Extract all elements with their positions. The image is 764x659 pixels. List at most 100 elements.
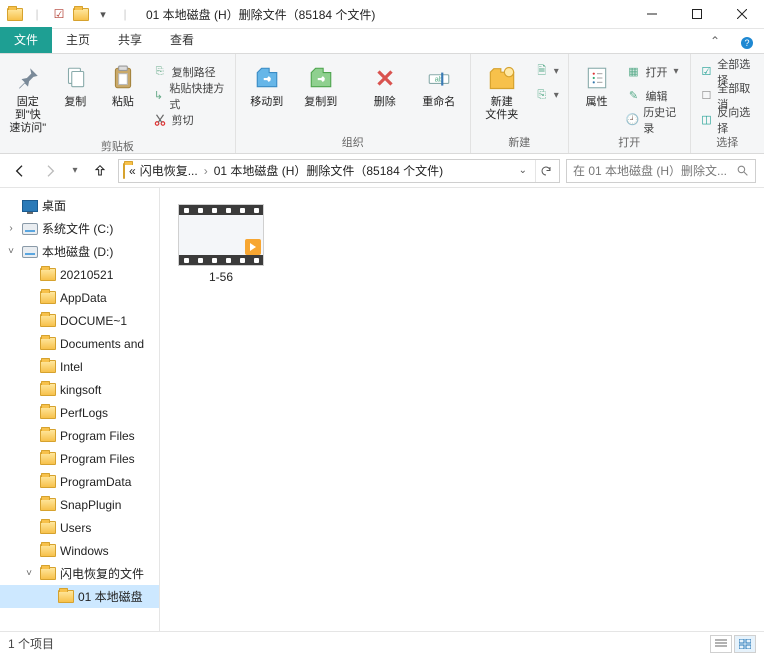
copy-to-button[interactable]: 复制到 [296,58,346,109]
recent-locations-button[interactable]: ▾ [68,159,82,183]
paste-shortcut-icon: ↳ [152,88,166,104]
rename-icon: ab [423,62,455,94]
copy-button[interactable]: 复制 [54,58,98,109]
address-dropdown-icon[interactable]: ⌄ [515,165,531,176]
open-icon: ▦ [625,64,641,80]
search-placeholder: 在 01 本地磁盘 (H）删除文... [573,162,727,179]
group-label-new: 新建 [477,132,562,153]
tree-item[interactable]: 01 本地磁盘 [0,585,159,608]
tree-item-label: Windows [60,544,109,558]
title-bar: | ☑ ▾ | 01 本地磁盘 (H）删除文件（85184 个文件) [0,0,764,29]
tree-item[interactable]: 桌面 [0,194,159,217]
up-button[interactable] [88,159,112,183]
tree-item[interactable]: › 系统文件 (C:) [0,217,159,240]
tree-item[interactable]: 20210521 [0,263,159,286]
tree-item[interactable]: ˅闪电恢复的文件 [0,562,159,585]
folder-icon [40,359,56,375]
tree-item[interactable]: Program Files [0,424,159,447]
open-button[interactable]: ▦打开▾ [622,61,683,82]
play-icon [245,239,261,255]
folder-icon [72,5,90,23]
ribbon-collapse-icon[interactable]: ⌃ [700,34,730,53]
navigation-bar: ▾ « 闪电恢复... › 01 本地磁盘 (H）删除文件（85184 个文件)… [0,154,764,188]
tree-twisty-icon[interactable]: ˅ [4,246,18,257]
tree-item[interactable]: PerfLogs [0,401,159,424]
tree-item-label: 20210521 [60,268,113,282]
cut-icon [152,112,168,128]
folder-icon [58,589,74,605]
pin-to-quick-access-button[interactable]: 固定到"快 速访问" [6,58,50,136]
tree-item-label: DOCUME~1 [60,314,127,328]
maximize-button[interactable] [674,0,719,29]
tab-home[interactable]: 主页 [52,27,104,53]
tree-item[interactable]: kingsoft [0,378,159,401]
documents-folder-icon [40,336,56,352]
folder-icon [40,543,56,559]
chevron-right-icon[interactable]: › [202,164,210,178]
details-view-button[interactable] [710,635,732,653]
cut-button[interactable]: 剪切 [149,109,229,130]
rename-button[interactable]: ab 重命名 [414,58,464,109]
folder-icon [40,382,56,398]
thumbnails-view-button[interactable] [734,635,756,653]
search-input[interactable]: 在 01 本地磁盘 (H）删除文... [566,159,756,183]
navigation-tree[interactable]: 桌面 › 系统文件 (C:) ˅本地磁盘 (D:) 20210521 AppData DOC… [0,188,160,631]
breadcrumb-segment[interactable]: 01 本地磁盘 (H）删除文件（85184 个文件) [214,162,443,179]
tree-item[interactable]: ˅本地磁盘 (D:) [0,240,159,263]
tree-item[interactable]: Windows [0,539,159,562]
address-bar[interactable]: « 闪电恢复... › 01 本地磁盘 (H）删除文件（85184 个文件) ⌄ [118,159,560,183]
video-thumbnail [178,204,264,266]
forward-button[interactable] [38,159,62,183]
svg-text:?: ? [744,38,749,48]
breadcrumb-segment[interactable]: 闪电恢复... [140,162,198,179]
move-to-button[interactable]: 移动到 [242,58,292,109]
tree-item[interactable]: AppData [0,286,159,309]
search-icon [736,164,749,177]
quick-access-toolbar: | ☑ ▾ | [0,5,140,23]
tab-share[interactable]: 共享 [104,27,156,53]
new-folder-button[interactable]: 新建 文件夹 [477,58,527,122]
tree-item[interactable]: SnapPlugin [0,493,159,516]
tab-view[interactable]: 查看 [156,27,208,53]
tree-item[interactable]: Intel [0,355,159,378]
qat-check-icon[interactable]: ☑ [50,5,68,23]
tree-twisty-icon[interactable]: ˅ [22,568,36,579]
minimize-button[interactable] [629,0,674,29]
status-bar: 1 个项目 [0,631,764,655]
invert-selection-button[interactable]: ◫反向选择 [697,109,758,130]
close-button[interactable] [719,0,764,29]
tree-item[interactable]: Users [0,516,159,539]
window-controls [629,0,764,29]
content-area: 桌面 › 系统文件 (C:) ˅本地磁盘 (D:) 20210521 AppData DOC… [0,188,764,631]
refresh-button[interactable] [535,160,555,182]
easy-access-button[interactable]: ⎘▾ [531,85,562,106]
tree-item[interactable]: Documents and [0,332,159,355]
breadcrumb-root[interactable]: « [129,164,136,178]
delete-button[interactable]: 删除 [360,58,410,109]
folder-icon [40,451,56,467]
tree-item-label: SnapPlugin [60,498,121,512]
edit-icon: ✎ [625,88,641,104]
history-button[interactable]: 🕘历史记录 [622,109,683,130]
paste-button[interactable]: 粘贴 [101,58,145,109]
tree-item[interactable]: DOCUME~1 [0,309,159,332]
back-button[interactable] [8,159,32,183]
new-item-button[interactable]: 🗎▾ [531,61,562,82]
file-item[interactable]: 1-56 [176,204,266,284]
help-icon[interactable]: ? [730,36,764,53]
tree-item-label: PerfLogs [60,406,108,420]
file-list[interactable]: 1-56 [160,188,764,631]
tree-twisty-icon[interactable]: › [4,223,18,234]
tab-file[interactable]: 文件 [0,27,52,53]
tree-item-label: 系统文件 (C:) [42,220,113,237]
qat-dropdown-icon[interactable]: ▾ [94,5,112,23]
properties-button[interactable]: 属性 [575,58,619,109]
easy-access-icon: ⎘ [534,88,550,104]
move-to-icon [251,62,283,94]
folder-icon [40,290,56,306]
new-folder-icon [486,62,518,94]
paste-shortcut-button[interactable]: ↳粘贴快捷方式 [149,85,229,106]
folder-icon [6,5,24,23]
tree-item[interactable]: ProgramData [0,470,159,493]
tree-item[interactable]: Program Files [0,447,159,470]
